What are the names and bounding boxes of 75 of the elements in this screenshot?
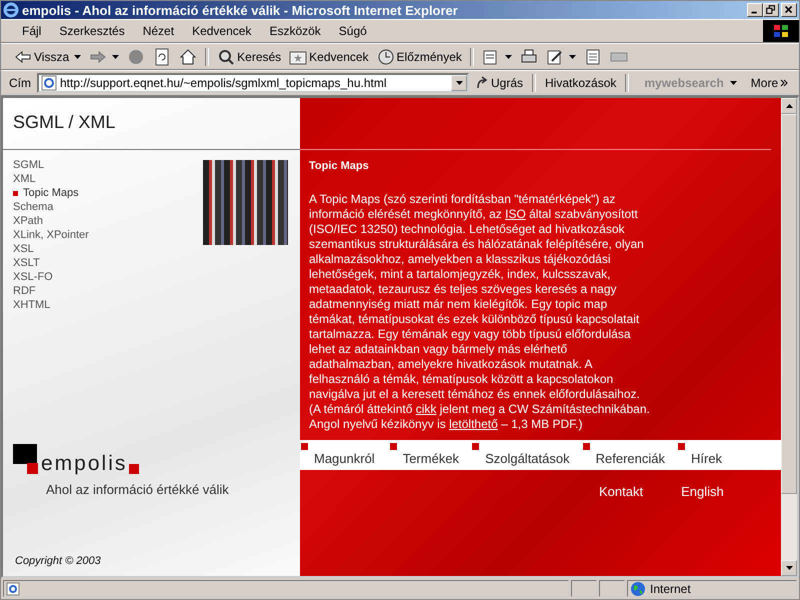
status-panel bbox=[571, 580, 597, 597]
printer-icon bbox=[520, 48, 538, 66]
favorites-button[interactable]: Kedvencek bbox=[286, 48, 372, 66]
arrow-icon bbox=[475, 76, 489, 90]
caret-icon bbox=[112, 54, 120, 58]
down-arrow-icon bbox=[786, 566, 792, 570]
sub-nav-link[interactable]: Kontakt bbox=[599, 484, 644, 499]
nav-link[interactable]: XSLT bbox=[13, 256, 203, 270]
menu-item[interactable]: Kedvencek bbox=[183, 24, 260, 38]
sub-nav-link[interactable]: English bbox=[681, 484, 724, 499]
menu-item[interactable]: Súgó bbox=[330, 24, 376, 38]
restore-icon[interactable] bbox=[763, 3, 779, 17]
back-button[interactable]: Vissza bbox=[11, 48, 84, 66]
nav-link[interactable]: XHTML bbox=[13, 298, 203, 312]
refresh-icon bbox=[153, 48, 172, 66]
minimize-icon[interactable] bbox=[747, 3, 763, 17]
history-button[interactable]: Előzmények bbox=[374, 48, 465, 66]
menu-item[interactable]: Szerkesztés bbox=[50, 24, 134, 38]
text-link[interactable]: cikk bbox=[416, 402, 436, 416]
nav-link[interactable]: XSL bbox=[13, 242, 203, 256]
address-label: Cím bbox=[9, 76, 31, 90]
address-field[interactable]: http://support.eqnet.hu/~empolis/sgmlxml_topicmaps_hu.html bbox=[37, 73, 469, 93]
scroll-down-button[interactable] bbox=[781, 560, 797, 576]
chevron-icon bbox=[780, 79, 788, 87]
tagline: Ahol az információ értékké válik bbox=[45, 481, 230, 497]
scroll-up-button[interactable] bbox=[781, 98, 797, 114]
copyright-text: Copyright © 2003 bbox=[15, 555, 102, 567]
main-nav-link[interactable]: Termékek bbox=[388, 443, 460, 470]
home-icon bbox=[179, 48, 198, 66]
menu-item[interactable]: Eszközök bbox=[260, 24, 330, 38]
main-nav-link[interactable]: Hírek bbox=[677, 443, 722, 470]
page-icon bbox=[6, 582, 20, 596]
menu-item[interactable]: Nézet bbox=[134, 24, 184, 38]
empolis-logo: empolis bbox=[13, 444, 300, 474]
caret-icon bbox=[74, 54, 82, 58]
globe-icon bbox=[630, 580, 646, 596]
main-nav-link[interactable]: Magunkról bbox=[300, 443, 375, 470]
windows-logo-icon bbox=[763, 20, 799, 42]
nav-link[interactable]: Topic Maps bbox=[13, 186, 203, 200]
pencil-icon bbox=[546, 48, 564, 66]
stop-icon bbox=[127, 48, 146, 66]
text-link[interactable]: ISO bbox=[505, 207, 526, 221]
article-title: Topic Maps bbox=[309, 160, 370, 172]
nav-link[interactable]: RDF bbox=[13, 284, 203, 298]
search-icon bbox=[217, 48, 236, 66]
window-title: empolis - Ahol az információ értékké válik - Microsoft Internet Explorer bbox=[22, 2, 459, 18]
more-button[interactable]: More bbox=[748, 76, 792, 90]
close-icon[interactable] bbox=[781, 3, 797, 17]
main-nav-link[interactable]: Szolgáltatások bbox=[471, 443, 570, 470]
nav-link[interactable]: XML bbox=[13, 172, 203, 186]
article-paragraph: A Topic Maps (szó szerinti fordításban "tématérképek") az információ elérését megkönnyítő, az ISO által szabványosított (ISO/IEC 13250) technológia. Lehetőséget ad hivatkozások szemantikus strukturálására és hálózatának felépítésére, olyan alkalmazásokhoz, amelyekben a klasszikus tájékozódási lehetőségek, mint a tartalomjegyzék, index, kulcsszavak, metaadatok, tezaurusz és teljes szöveges keresés a nagy adatmennyiség miatt már nem kielégítők. Egy topic map témákat, tématípusokat és ezek különböző típusú kapcsolatait tartalmazza. Egy témának egy vagy több típusú előfordulása lehet az adatainkban vagy bármely más elérhető adathalmazban, amelyekre hivatkozások mutatnak. A felhasználó a témák, tématípusok között a kapcsolatokon navigálva jut el a keresett témához és ennek előfordulásaihoz. bbox=[309, 192, 645, 402]
security-zone: Internet bbox=[627, 580, 797, 597]
article-paragraph: (A témáról áttekintő cikk jelent meg a CW Számítástechnikában. Angol nyelvű kézikönyv is letölthető – 1,3 MB PDF.) bbox=[309, 402, 651, 432]
vertical-scrollbar[interactable] bbox=[781, 98, 797, 576]
links-button[interactable]: Hivatkozások bbox=[542, 76, 620, 90]
caret-icon bbox=[568, 54, 576, 58]
clock-icon bbox=[376, 48, 395, 66]
caret-icon[interactable] bbox=[730, 81, 737, 85]
nav-link[interactable]: XSL-FO bbox=[13, 270, 203, 284]
nav-link[interactable]: XLink, XPointer bbox=[13, 228, 203, 242]
up-arrow-icon bbox=[786, 104, 792, 108]
nav-link[interactable]: SGML bbox=[13, 158, 203, 172]
main-nav-link[interactable]: Referenciák bbox=[582, 443, 665, 470]
caret-icon bbox=[504, 54, 512, 58]
nav-link[interactable]: XPath bbox=[13, 214, 203, 228]
status-panel bbox=[599, 580, 625, 597]
browser-icon bbox=[3, 2, 19, 18]
nav-link[interactable]: Schema bbox=[13, 200, 203, 214]
scroll-thumb[interactable] bbox=[781, 114, 797, 494]
go-button[interactable]: Ugrás bbox=[472, 76, 526, 90]
search-button[interactable]: Keresés bbox=[214, 48, 284, 66]
text-link[interactable]: letölthető bbox=[449, 417, 498, 431]
menu-item[interactable]: Fájl bbox=[13, 24, 50, 38]
page-icon bbox=[41, 75, 57, 91]
document-icon bbox=[584, 48, 602, 66]
